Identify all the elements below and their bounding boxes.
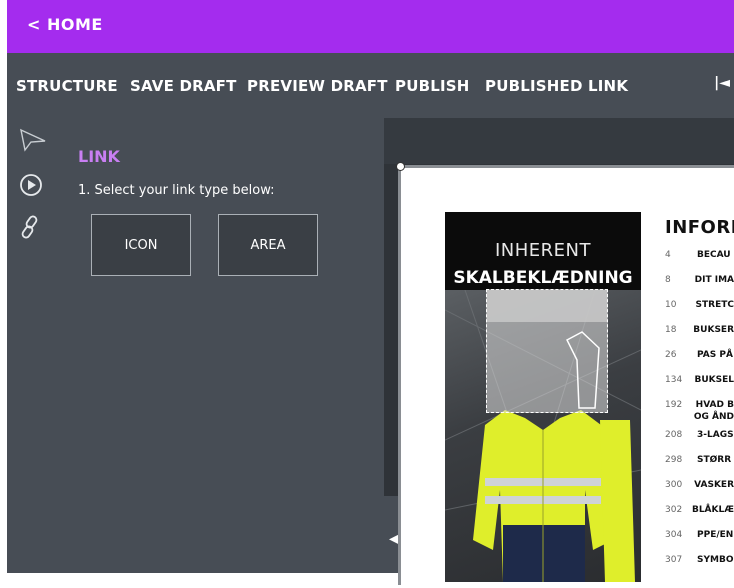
toc-page-number: 8 bbox=[665, 275, 671, 285]
pointer-tool-icon[interactable] bbox=[19, 128, 47, 156]
top-bar: < HOME bbox=[7, 0, 734, 53]
toc-page-number: 192 bbox=[665, 400, 683, 410]
toc-row: 304 PPE/EN bbox=[663, 530, 734, 555]
icon-button-label: ICON bbox=[124, 237, 158, 253]
save-draft-button[interactable]: SAVE DRAFT bbox=[130, 77, 237, 95]
home-link[interactable]: < HOME bbox=[27, 15, 103, 34]
toc-page-number: 300 bbox=[665, 480, 683, 490]
toc-page-number: 10 bbox=[665, 300, 677, 310]
cover-title-line2: SKALBEKLÆDNING bbox=[453, 268, 633, 288]
toc-page-number: 302 bbox=[665, 505, 683, 515]
canvas-toolbar-strip bbox=[384, 118, 734, 164]
toc-entry: DIT IMA bbox=[694, 275, 734, 285]
publish-button[interactable]: PUBLISH bbox=[395, 77, 470, 95]
toc-page-number: 134 bbox=[665, 375, 683, 385]
menu-bar: STRUCTURE SAVE DRAFT PREVIEW DRAFT PUBLI… bbox=[7, 53, 734, 118]
toc-title: INFORM bbox=[665, 217, 734, 238]
link-panel: LINK 1. Select your link type below: ICO… bbox=[7, 118, 384, 573]
toc-row: 10 STRETC bbox=[663, 300, 734, 325]
toc-entry: PPE/EN bbox=[697, 530, 734, 540]
toc-page-number: 18 bbox=[665, 325, 677, 335]
icon-link-type-button[interactable]: ICON bbox=[91, 214, 191, 276]
toc-row: 302 BLÅKLÆ bbox=[663, 505, 734, 530]
toc-entry: SYMBO bbox=[697, 555, 734, 565]
table-of-contents: 4 BECAU 8 DIT IMA 10 STRETC 18 BUKSER 26 PAS … bbox=[663, 250, 734, 580]
toc-entry: STØRR bbox=[697, 455, 732, 465]
area-button-label: AREA bbox=[250, 237, 286, 253]
toc-row: 300 VASKER bbox=[663, 480, 734, 505]
resize-handle[interactable] bbox=[396, 162, 405, 171]
first-page-icon[interactable]: |◄ bbox=[714, 75, 730, 91]
toc-entry: 3-LAGS bbox=[697, 430, 734, 440]
toc-row: 26 PAS PÅ bbox=[663, 350, 734, 375]
play-tool-icon[interactable] bbox=[19, 173, 43, 201]
panel-title: LINK bbox=[78, 147, 120, 166]
structure-button[interactable]: STRUCTURE bbox=[16, 77, 118, 95]
toc-row: OG ÅND bbox=[663, 412, 734, 430]
toc-entry: BUKSEL bbox=[694, 375, 734, 385]
toc-row: 298 STØRR bbox=[663, 455, 734, 480]
toc-page-number: 298 bbox=[665, 455, 683, 465]
area-link-type-button[interactable]: AREA bbox=[218, 214, 318, 276]
toc-row: 134 BUKSEL bbox=[663, 375, 734, 400]
toc-page-number: 307 bbox=[665, 555, 683, 565]
toc-page-number: 4 bbox=[665, 250, 671, 260]
toc-row: 8 DIT IMA bbox=[663, 275, 734, 300]
link-area-selection[interactable] bbox=[486, 289, 608, 413]
toc-row: 307 SYMBO bbox=[663, 555, 734, 580]
toc-page-number: 26 bbox=[665, 350, 677, 360]
link-area-outline-icon bbox=[566, 331, 600, 409]
toc-entry: OG ÅND bbox=[693, 412, 734, 422]
preview-draft-button[interactable]: PREVIEW DRAFT bbox=[247, 77, 388, 95]
toc-row: 18 BUKSER bbox=[663, 325, 734, 350]
link-tool-icon[interactable] bbox=[19, 215, 43, 243]
toc-entry: BECAU bbox=[697, 250, 731, 260]
toc-entry: BUKSER bbox=[693, 325, 734, 335]
toc-entry: VASKER bbox=[694, 480, 734, 490]
toc-page-number: 304 bbox=[665, 530, 683, 540]
tool-column bbox=[7, 118, 49, 573]
toc-row: 192 HVAD B bbox=[663, 400, 734, 412]
toc-entry: PAS PÅ bbox=[697, 350, 733, 360]
toc-entry: HVAD B bbox=[695, 400, 734, 410]
panel-instruction: 1. Select your link type below: bbox=[78, 183, 275, 198]
toc-page-number: 208 bbox=[665, 430, 683, 440]
toc-entry: STRETC bbox=[695, 300, 734, 310]
toc-row: 4 BECAU bbox=[663, 250, 734, 275]
toc-row: 208 3-LAGS bbox=[663, 430, 734, 455]
cover-title-line1: INHERENT bbox=[494, 240, 592, 261]
published-link-button[interactable]: PUBLISHED LINK bbox=[485, 77, 628, 95]
toc-entry: BLÅKLÆ bbox=[691, 505, 734, 515]
